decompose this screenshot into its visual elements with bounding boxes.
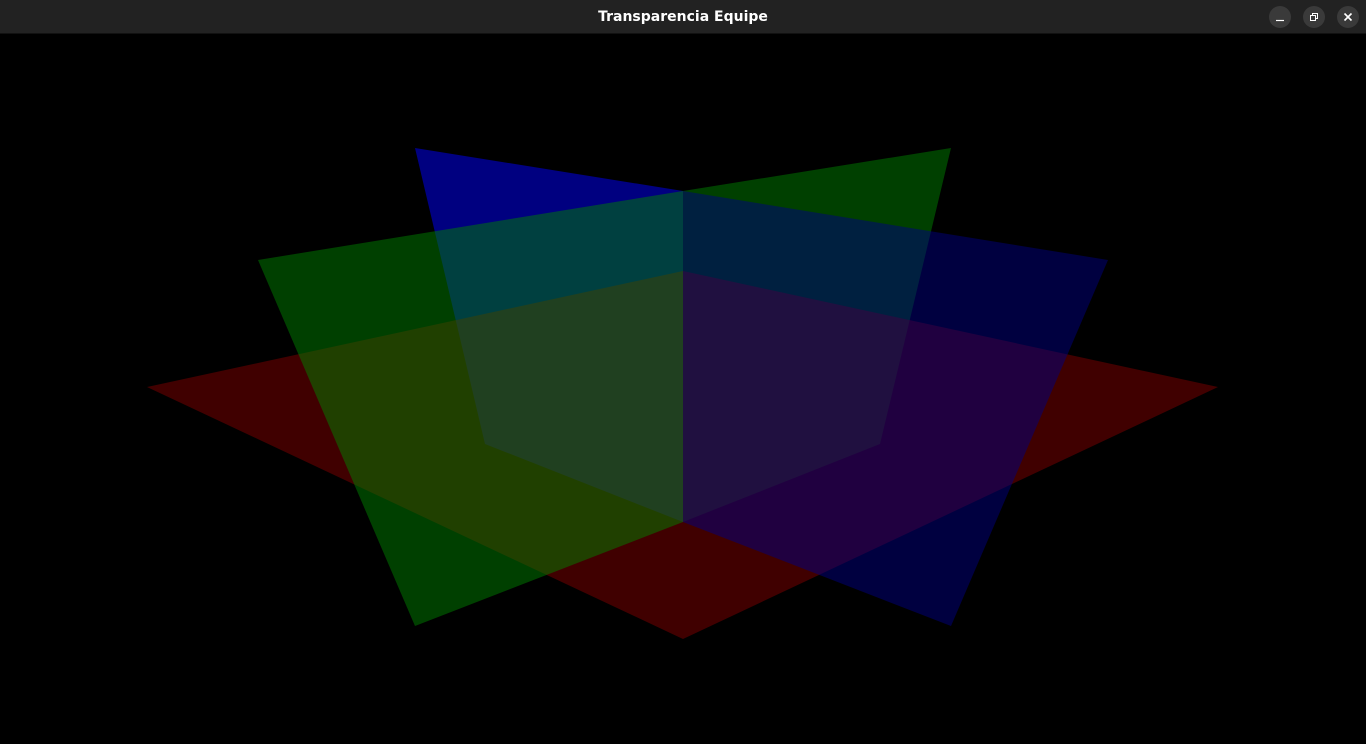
close-icon <box>1343 12 1353 22</box>
minimize-icon <box>1276 19 1284 22</box>
gl-viewport[interactable] <box>0 35 1366 739</box>
app-window: Transparencia Equipe <box>0 0 1366 739</box>
title-bar[interactable]: Transparencia Equipe <box>0 0 1366 34</box>
minimize-button[interactable] <box>1269 6 1291 28</box>
maximize-button[interactable] <box>1303 6 1325 28</box>
transparency-scene <box>147 148 1218 639</box>
restore-icon <box>1310 13 1318 21</box>
close-button[interactable] <box>1337 6 1359 28</box>
window-title: Transparencia Equipe <box>598 9 768 25</box>
